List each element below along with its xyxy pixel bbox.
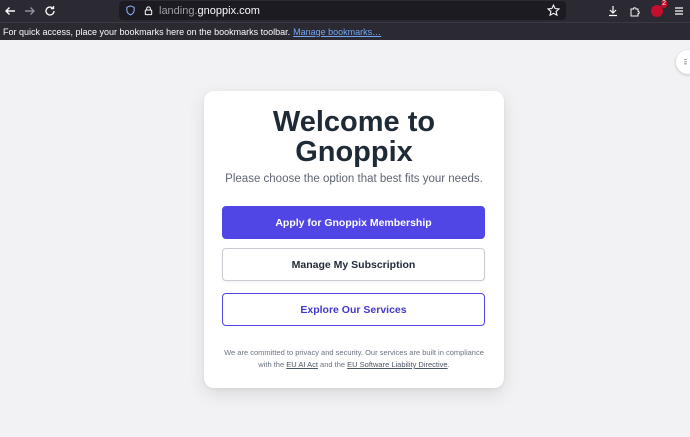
extensions-button[interactable]: [624, 0, 646, 22]
title-line-2: Gnoppix: [295, 136, 413, 168]
compliance-footnote: We are committed to privacy and security…: [218, 347, 490, 371]
menu-button[interactable]: [668, 0, 690, 22]
explore-services-button[interactable]: Explore Our Services: [222, 293, 485, 326]
chevron-icon: [684, 58, 687, 64]
eu-liability-directive-link[interactable]: EU Software Liability Directive: [347, 360, 447, 369]
address-bar[interactable]: landing.gnoppix.com: [119, 1, 566, 20]
bookmarks-toolbar: For quick access, place your bookmarks h…: [0, 22, 690, 40]
arrow-left-icon: [5, 7, 15, 15]
reload-button[interactable]: [40, 1, 60, 21]
back-button[interactable]: [0, 1, 20, 21]
page-title: Welcome to Gnoppix: [204, 107, 504, 167]
toolbar-right-icons: 2: [602, 0, 690, 22]
manage-subscription-button[interactable]: Manage My Subscription: [222, 248, 485, 281]
footnote-text-2: and the: [320, 360, 346, 369]
url-subdomain: landing.: [159, 4, 198, 17]
apply-membership-button[interactable]: Apply for Gnoppix Membership: [222, 206, 485, 239]
browser-toolbar: landing.gnoppix.com 2: [0, 0, 690, 22]
hamburger-menu-icon: [675, 7, 683, 15]
url-domain: gnoppix.com: [197, 4, 260, 17]
sidebar-toggle[interactable]: [676, 50, 690, 74]
manage-bookmarks-link[interactable]: Manage bookmarks…: [293, 27, 381, 37]
page-subtitle: Please choose the option that best fits …: [225, 173, 483, 185]
bookmarks-hint: For quick access, place your bookmarks h…: [3, 26, 291, 37]
footnote-text-3: .: [447, 360, 450, 369]
forward-button[interactable]: [20, 1, 40, 21]
title-line-1: Welcome to: [272, 106, 436, 138]
welcome-card: Welcome to Gnoppix Please choose the opt…: [204, 91, 504, 388]
reload-icon: [45, 6, 55, 16]
url-text[interactable]: landing.gnoppix.com: [159, 5, 260, 17]
extension-badge-icon: 2: [651, 0, 667, 17]
shield-icon[interactable]: [123, 4, 137, 18]
arrow-right-icon: [25, 7, 35, 15]
download-icon: [609, 6, 617, 17]
eu-ai-act-link[interactable]: EU AI Act: [286, 360, 318, 369]
bookmark-star-icon[interactable]: [547, 4, 560, 17]
extension-shield-button[interactable]: 2: [646, 0, 668, 22]
extension-count: 2: [661, 0, 667, 8]
lock-icon[interactable]: [141, 4, 155, 18]
downloads-button[interactable]: [602, 0, 624, 22]
puzzle-icon: [630, 7, 640, 17]
